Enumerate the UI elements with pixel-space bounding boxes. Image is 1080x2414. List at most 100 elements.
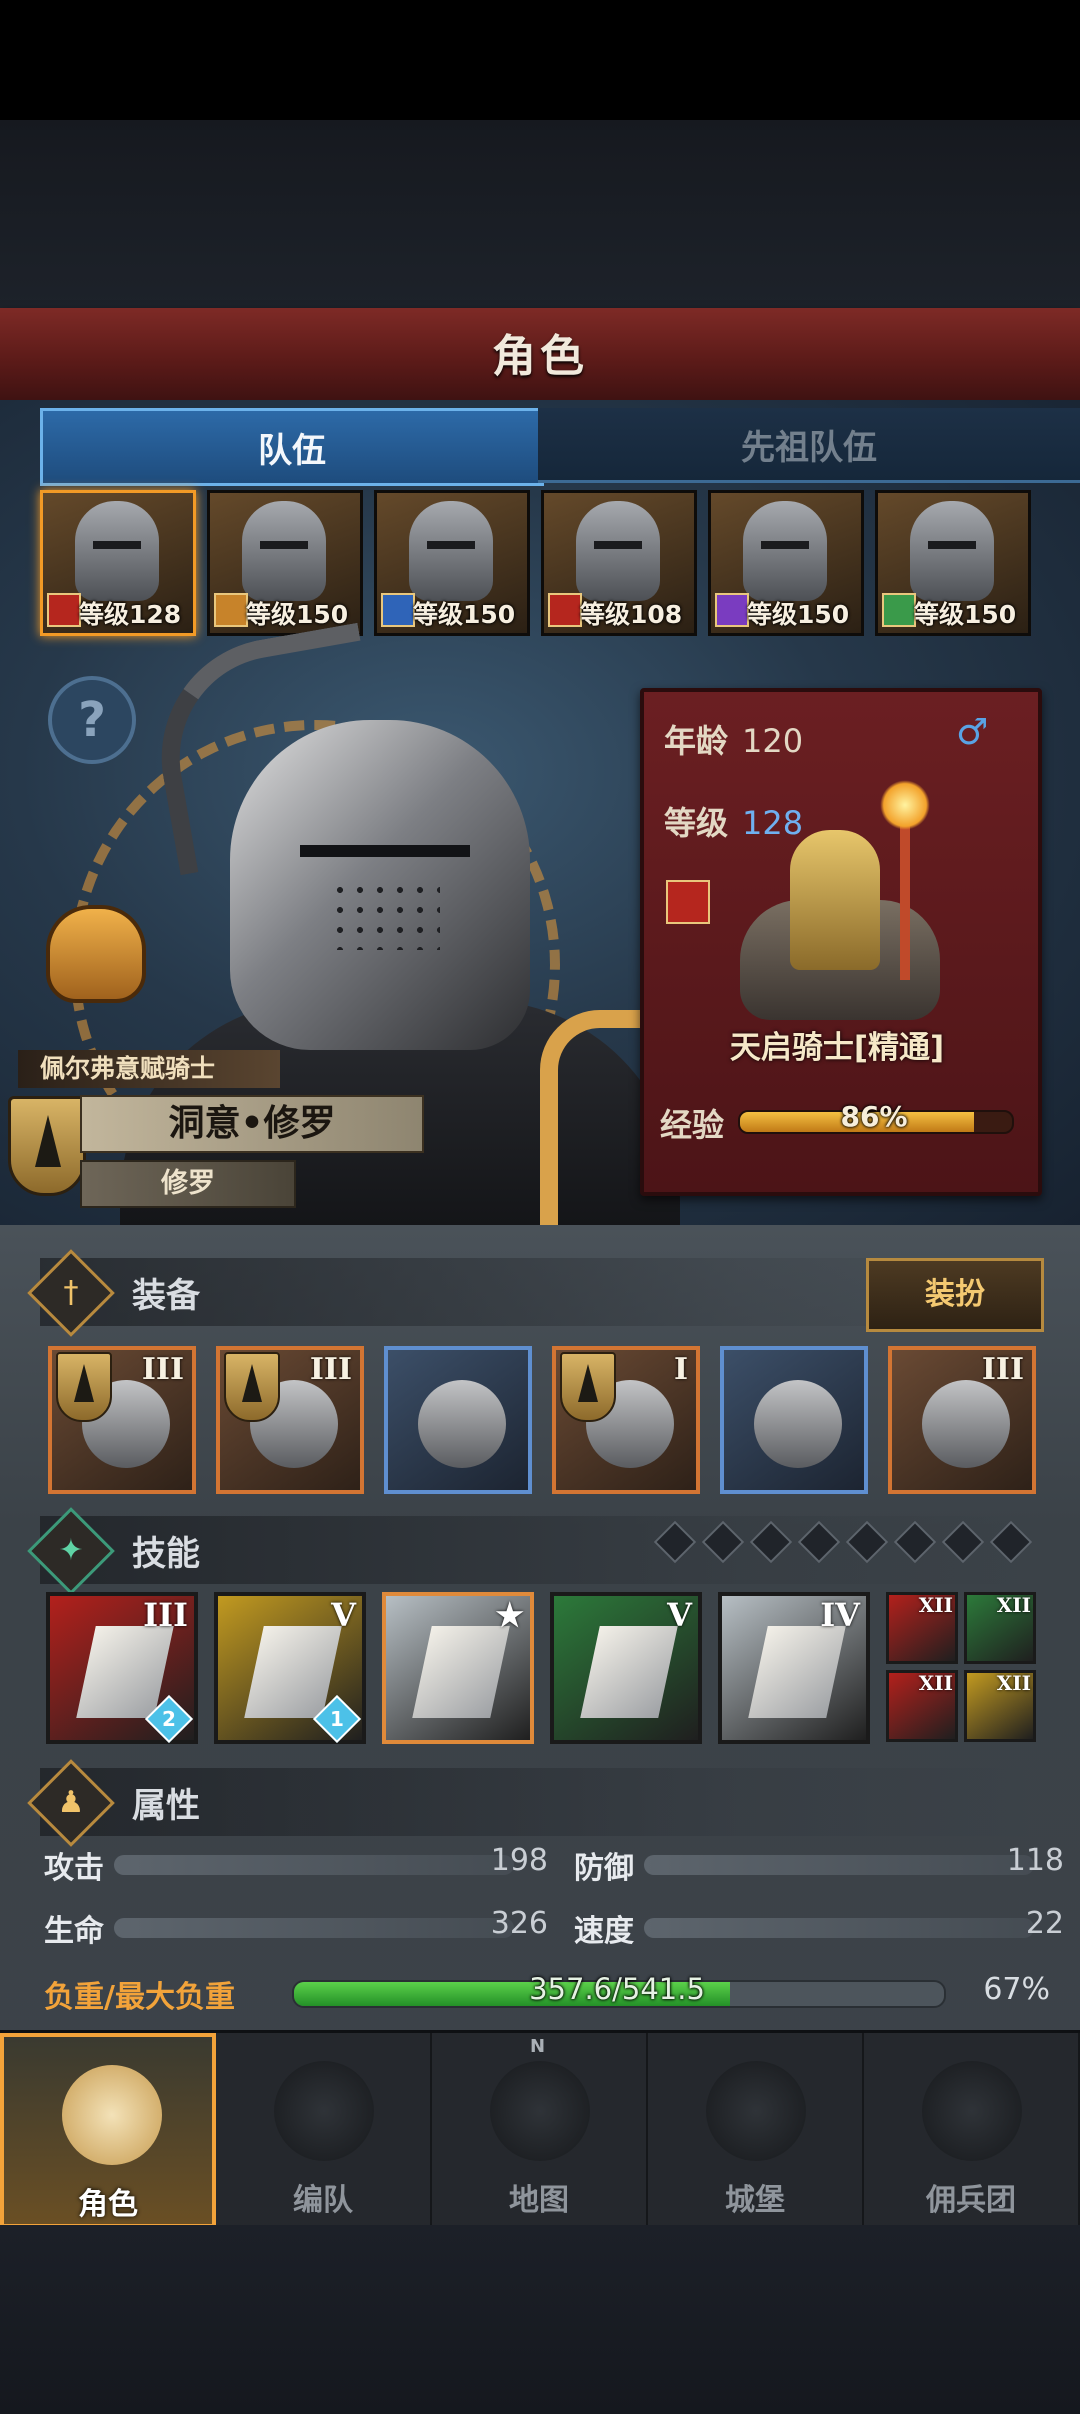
helmet-breaths — [330, 880, 440, 950]
character-subtitle: 修罗 — [80, 1160, 296, 1208]
order-name: 佩尔弗意赋骑士 — [18, 1050, 280, 1088]
skill-art — [580, 1626, 678, 1718]
skill-slot[interactable]: V — [550, 1592, 702, 1744]
star-icon: ✦ — [27, 1507, 115, 1595]
passive-skill[interactable]: XII — [964, 1670, 1036, 1742]
party-portrait[interactable]: 等级150 — [207, 490, 363, 636]
equipment-slot[interactable] — [720, 1346, 868, 1494]
passive-tier: XII — [996, 1671, 1031, 1695]
nav-label: 佣兵团 — [926, 2183, 1016, 2218]
equipment-art — [922, 1380, 1010, 1468]
passive-skill[interactable]: XII — [886, 1592, 958, 1664]
attack-label: 攻击 — [44, 1851, 104, 1886]
stat-defense: 防御 118 — [574, 1843, 1064, 1886]
skill-slot[interactable]: ★ — [382, 1592, 534, 1744]
passive-tier: XII — [918, 1593, 953, 1617]
portrait-class-icon — [214, 593, 248, 627]
age-value: 120 — [742, 722, 804, 760]
tab-team[interactable]: 队伍 — [40, 408, 544, 486]
compass-north-label: N — [530, 2036, 546, 2057]
passive-skill[interactable]: XII — [886, 1670, 958, 1742]
nav-formation[interactable]: 编队 — [216, 2033, 432, 2228]
skill-slot[interactable]: IV — [718, 1592, 870, 1744]
compass-icon — [490, 2061, 590, 2161]
portrait-level: 等级128 — [79, 600, 182, 629]
equipment-slot[interactable]: III — [48, 1346, 196, 1494]
staff-orb — [880, 780, 930, 830]
class-icon[interactable] — [666, 880, 710, 924]
hp-value: 326 — [490, 1906, 548, 1941]
sword-icon: † — [27, 1249, 115, 1337]
portrait-level: 等级150 — [246, 600, 349, 629]
portrait-helmet — [910, 501, 994, 601]
character-name[interactable]: 洞意•修罗 — [80, 1095, 424, 1153]
nav-label: 地图 — [509, 2183, 569, 2218]
helmet-visor — [300, 845, 470, 857]
rider-shape — [790, 830, 880, 970]
party-portrait[interactable]: 等级150 — [875, 490, 1031, 636]
nav-compass[interactable]: 地图 — [432, 2033, 648, 2228]
equipment-tier: III — [309, 1352, 352, 1387]
portrait-level: 等级150 — [747, 600, 850, 629]
portrait-level: 等级108 — [580, 600, 683, 629]
skills-title: 技能 — [132, 1534, 200, 1574]
stat-hp: 生命 326 — [44, 1906, 548, 1949]
equipment-tier: III — [141, 1352, 184, 1387]
lower-backdrop — [0, 2225, 1080, 2414]
portrait-class-icon — [47, 593, 81, 627]
help-icon[interactable]: ? — [48, 676, 136, 764]
age-row: 年龄 120 — [664, 716, 803, 762]
defense-value: 118 — [1006, 1843, 1064, 1878]
team-tabs: 队伍 先祖队伍 — [40, 408, 1080, 486]
skill-art — [412, 1626, 510, 1718]
tab-ancestor-team[interactable]: 先祖队伍 — [538, 408, 1080, 483]
skill-badge-value: 2 — [162, 1707, 176, 1731]
exp-label: 经验 — [660, 1106, 725, 1144]
equipment-slot[interactable]: III — [216, 1346, 364, 1494]
skill-tier: IV — [820, 1596, 860, 1634]
party-portrait[interactable]: 等级150 — [374, 490, 530, 636]
skill-slot[interactable]: III 2 — [46, 1592, 198, 1744]
equipment-slot[interactable]: III — [888, 1346, 1036, 1494]
page-title: 角色 — [492, 331, 588, 382]
attributes-header: ♟ 属性 — [27, 1759, 1040, 1847]
equipment-tier: III — [981, 1352, 1024, 1387]
equipment-title: 装备 — [132, 1276, 200, 1316]
nav-label: 编队 — [293, 2183, 353, 2218]
load-label: 负重/最大负重 — [44, 1980, 235, 2015]
portrait-helmet — [409, 501, 493, 601]
portrait-helmet — [75, 501, 159, 601]
portrait-level: 等级150 — [914, 600, 1017, 629]
portrait-class-icon — [381, 593, 415, 627]
nav-mercenary[interactable]: 佣兵团 — [864, 2033, 1080, 2228]
male-icon: ♂ — [956, 712, 989, 753]
nav-castle[interactable]: 城堡 — [648, 2033, 864, 2228]
nav-label: 城堡 — [725, 2183, 785, 2218]
potion-icon[interactable] — [46, 905, 146, 1003]
portrait-helmet — [242, 501, 326, 601]
skill-slot[interactable]: V1 — [214, 1592, 366, 1744]
crest-shield-icon — [8, 1096, 86, 1196]
defense-label: 防御 — [574, 1851, 634, 1886]
party-portrait[interactable]: 等级108 — [541, 490, 697, 636]
crest-icon — [56, 1352, 112, 1422]
class-name[interactable]: 天启骑士[精通] — [640, 1022, 1034, 1067]
equipment-slot[interactable]: I — [552, 1346, 700, 1494]
attack-value: 198 — [490, 1843, 548, 1878]
party-portrait[interactable]: 等级150 — [708, 490, 864, 636]
passive-skill[interactable]: XII — [964, 1592, 1036, 1664]
mounted-class-art — [730, 780, 960, 1030]
load-percent: 67% — [983, 1972, 1050, 2007]
mercenary-icon — [922, 2061, 1022, 2161]
level-label: 等级 — [664, 804, 729, 842]
upper-backdrop — [0, 120, 1080, 310]
dress-up-button[interactable]: 装扮 — [866, 1258, 1044, 1332]
crest-icon — [560, 1352, 616, 1422]
nav-knight[interactable]: 角色 — [0, 2033, 216, 2228]
stat-speed: 速度 22 — [574, 1906, 1064, 1949]
party-portrait[interactable]: 等级128 — [40, 490, 196, 636]
equipment-slot[interactable] — [384, 1346, 532, 1494]
bottom-nav: 角色 编队 地图 城堡 佣兵团 — [0, 2030, 1080, 2228]
skill-art — [748, 1626, 846, 1718]
stat-attack: 攻击 198 — [44, 1843, 548, 1886]
